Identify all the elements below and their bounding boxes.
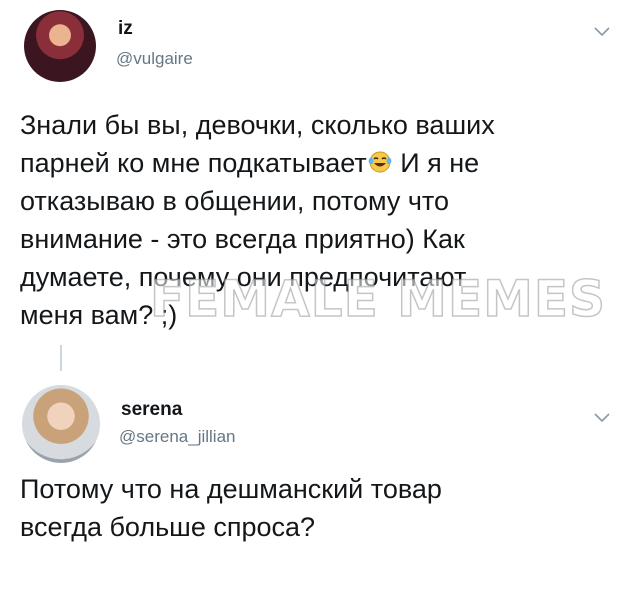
tweet-reply[interactable]: serena @serena_jillian Потому что на деш…	[0, 355, 640, 594]
user-handle[interactable]: @vulgaire	[116, 49, 193, 69]
tweet-text: Знали бы вы, девочки, сколько ваших парн…	[20, 106, 630, 334]
display-name[interactable]: iz	[118, 18, 133, 40]
user-handle[interactable]: @serena_jillian	[119, 427, 236, 447]
face-with-tears-of-joy-icon	[368, 151, 392, 173]
tweet-original[interactable]: iz @vulgaire Знали бы вы, девочки, сколь…	[0, 0, 640, 355]
chevron-down-icon[interactable]	[592, 24, 612, 38]
avatar[interactable]	[22, 385, 100, 463]
display-name[interactable]: serena	[121, 399, 182, 421]
avatar[interactable]	[24, 10, 96, 82]
chevron-down-icon[interactable]	[592, 410, 612, 424]
tweet-text: Потому что на дешманский товар всегда бо…	[20, 474, 442, 542]
